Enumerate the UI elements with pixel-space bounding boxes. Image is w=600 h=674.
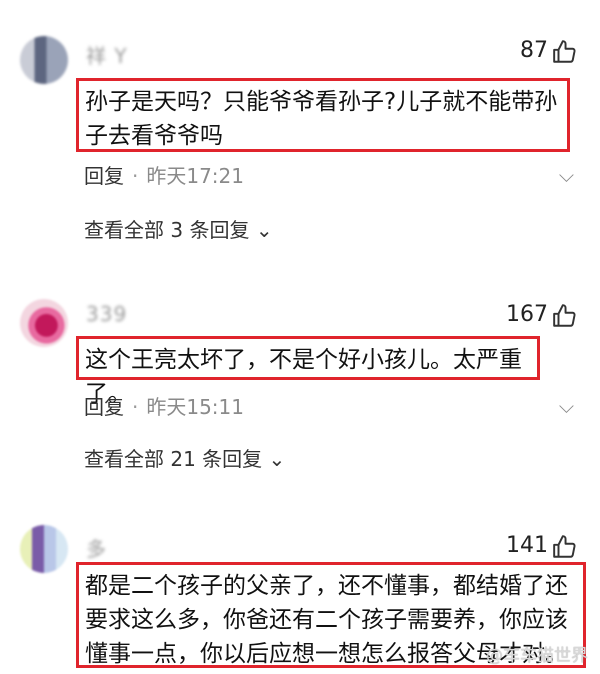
view-all-replies[interactable]: 查看全部 21 条回复 ⌄ xyxy=(84,443,285,472)
thumbs-up-icon[interactable] xyxy=(552,303,578,329)
comment-text: 这个王亮太坏了，不是个好小孩儿。太严重了。 xyxy=(76,336,540,407)
avatar[interactable] xyxy=(20,525,68,573)
timestamp: 昨天17:21 xyxy=(146,164,244,188)
view-all-label: 查看全部 21 条回复 xyxy=(84,447,263,471)
comment-text: 孙子是天吗？只能爷爷看孙子?儿子就不能带孙子去看爷爷吗 xyxy=(76,78,570,152)
comment-meta: 回复 · 昨天15:11 xyxy=(84,391,244,420)
view-all-replies[interactable]: 查看全部 3 条回复 ⌄ xyxy=(84,214,273,243)
like-count: 87 xyxy=(520,38,548,63)
timestamp: 昨天15:11 xyxy=(146,395,244,419)
separator: · xyxy=(132,395,139,419)
comment-meta: 回复 · 昨天17:21 xyxy=(84,160,244,189)
more-icon[interactable]: ⌵ xyxy=(559,163,574,187)
like-count: 141 xyxy=(506,533,548,558)
view-all-label: 查看全部 3 条回复 xyxy=(84,218,250,242)
chevron-down-icon: ⌄ xyxy=(268,447,286,471)
username[interactable]: 339 xyxy=(86,302,127,326)
avatar[interactable] xyxy=(20,36,68,84)
username[interactable]: 祥 Y xyxy=(86,40,128,69)
avatar[interactable] xyxy=(20,299,68,347)
reply-button[interactable]: 回复 xyxy=(84,395,124,419)
watermark: @车车猫世界 xyxy=(486,646,588,666)
like-count: 167 xyxy=(506,302,548,327)
thumbs-up-icon[interactable] xyxy=(552,534,578,560)
reply-button[interactable]: 回复 xyxy=(84,164,124,188)
more-icon[interactable]: ⌵ xyxy=(559,394,574,418)
thumbs-up-icon[interactable] xyxy=(552,39,578,65)
separator: · xyxy=(132,164,139,188)
username[interactable]: 多 xyxy=(86,533,107,562)
chevron-down-icon: ⌄ xyxy=(255,218,273,242)
